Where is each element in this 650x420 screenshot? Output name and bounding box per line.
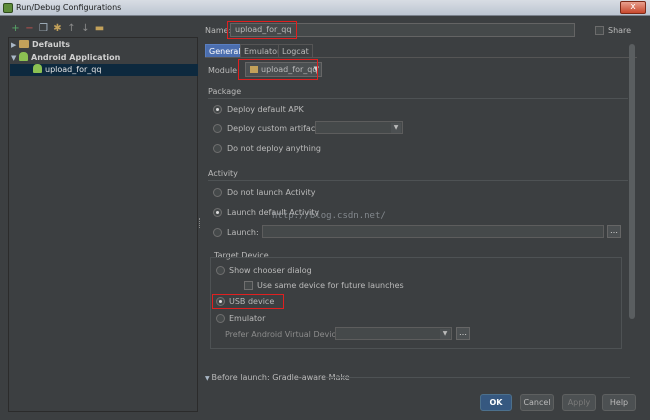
tab-logcat[interactable]: Logcat — [278, 44, 313, 58]
radio-launch[interactable] — [213, 228, 222, 237]
close-button[interactable]: x — [620, 1, 646, 14]
android-icon — [33, 64, 42, 73]
dropdown-arrow-icon: ▼ — [391, 123, 401, 133]
activity-title: Activity — [208, 169, 238, 178]
splitter-grip[interactable] — [199, 218, 201, 228]
radio-launch-default-activity[interactable] — [213, 208, 222, 217]
scrollbar-thumb[interactable] — [629, 44, 635, 319]
panel-splitter[interactable] — [198, 22, 202, 412]
remove-icon[interactable]: − — [24, 23, 35, 34]
browse-activity-button[interactable]: … — [607, 225, 621, 238]
option-label: Do not launch Activity — [227, 188, 316, 197]
move-down-icon[interactable]: ↓ — [80, 23, 91, 34]
watermark: http://blog.csdn.net/ — [272, 211, 386, 221]
option-label: Use same device for future launches — [257, 281, 404, 290]
dropdown-arrow-icon: ▼ — [313, 65, 319, 73]
app-icon — [3, 3, 13, 13]
radio-do-not-deploy[interactable] — [213, 144, 222, 153]
title-bar: Run/Debug Configurations x — [0, 0, 650, 16]
radio-usb-device[interactable] — [216, 297, 225, 306]
config-toolbar: + − ❐ ✱ ↑ ↓ ▬ — [8, 22, 198, 36]
window-title: Run/Debug Configurations — [16, 3, 122, 12]
tree-item-android-application[interactable]: ▼ Android Application — [11, 52, 120, 64]
defaults-icon — [19, 40, 29, 48]
name-label: Name: — [205, 26, 232, 35]
tree-item-label: upload_for_qq — [45, 65, 102, 74]
option-label: Deploy default APK — [227, 105, 304, 114]
share-label: Share — [608, 26, 632, 35]
settings-icon[interactable]: ✱ — [52, 23, 63, 34]
module-label: Module: — [208, 66, 240, 75]
option-label: Do not deploy anything — [227, 144, 321, 153]
tabs-divider — [205, 57, 637, 58]
radio-show-chooser[interactable] — [216, 266, 225, 275]
prefer-avd-label: Prefer Android Virtual Device: — [225, 330, 344, 339]
dropdown-arrow-icon: ▼ — [440, 329, 450, 339]
radio-deploy-custom-artifact[interactable] — [213, 124, 222, 133]
move-up-icon[interactable]: ↑ — [66, 23, 77, 34]
tree-item-upload-for-qq[interactable]: upload_for_qq — [33, 64, 101, 76]
ok-button[interactable]: OK — [480, 394, 512, 411]
package-title: Package — [208, 87, 242, 96]
radio-deploy-default-apk[interactable] — [213, 105, 222, 114]
share-checkbox[interactable] — [595, 26, 604, 35]
folder-icon[interactable]: ▬ — [94, 23, 105, 34]
cancel-button[interactable]: Cancel — [520, 394, 554, 411]
chevron-right-icon[interactable]: ▶ — [11, 39, 19, 51]
tree-item-label: Android Application — [31, 53, 121, 62]
activity-divider — [208, 180, 628, 181]
add-icon[interactable]: + — [10, 23, 21, 34]
option-label: Deploy custom artifact: — [227, 124, 322, 133]
copy-icon[interactable]: ❐ — [38, 23, 49, 34]
tree-item-label: Defaults — [32, 40, 70, 49]
radio-emulator[interactable] — [216, 314, 225, 323]
android-icon — [19, 52, 28, 61]
option-label: Show chooser dialog — [229, 266, 312, 275]
module-select[interactable]: upload_for_qq ▼ — [245, 62, 322, 77]
avd-manager-button[interactable]: … — [456, 327, 470, 340]
tab-general[interactable]: General — [205, 44, 245, 58]
before-launch-divider — [325, 377, 630, 378]
option-label: Launch: — [227, 228, 259, 237]
apply-button[interactable]: Apply — [562, 394, 596, 411]
prefer-avd-select[interactable]: ▼ — [335, 327, 452, 340]
launch-activity-input[interactable] — [262, 225, 604, 238]
module-icon — [250, 66, 258, 73]
name-input[interactable]: upload_for_qq — [230, 23, 575, 37]
custom-artifact-select[interactable]: ▼ — [315, 121, 403, 134]
tree-item-defaults[interactable]: ▶ Defaults — [11, 39, 70, 51]
chevron-down-icon[interactable]: ▼ — [11, 52, 19, 64]
option-label: USB device — [229, 297, 275, 306]
help-button[interactable]: Help — [602, 394, 636, 411]
module-value: upload_for_qq — [261, 65, 318, 74]
option-label: Emulator — [229, 314, 266, 323]
package-divider — [208, 98, 628, 99]
use-same-device-checkbox[interactable] — [244, 281, 253, 290]
configuration-tree: ▶ Defaults ▼ Android Application upload_fo… — [8, 37, 198, 412]
radio-do-not-launch[interactable] — [213, 188, 222, 197]
